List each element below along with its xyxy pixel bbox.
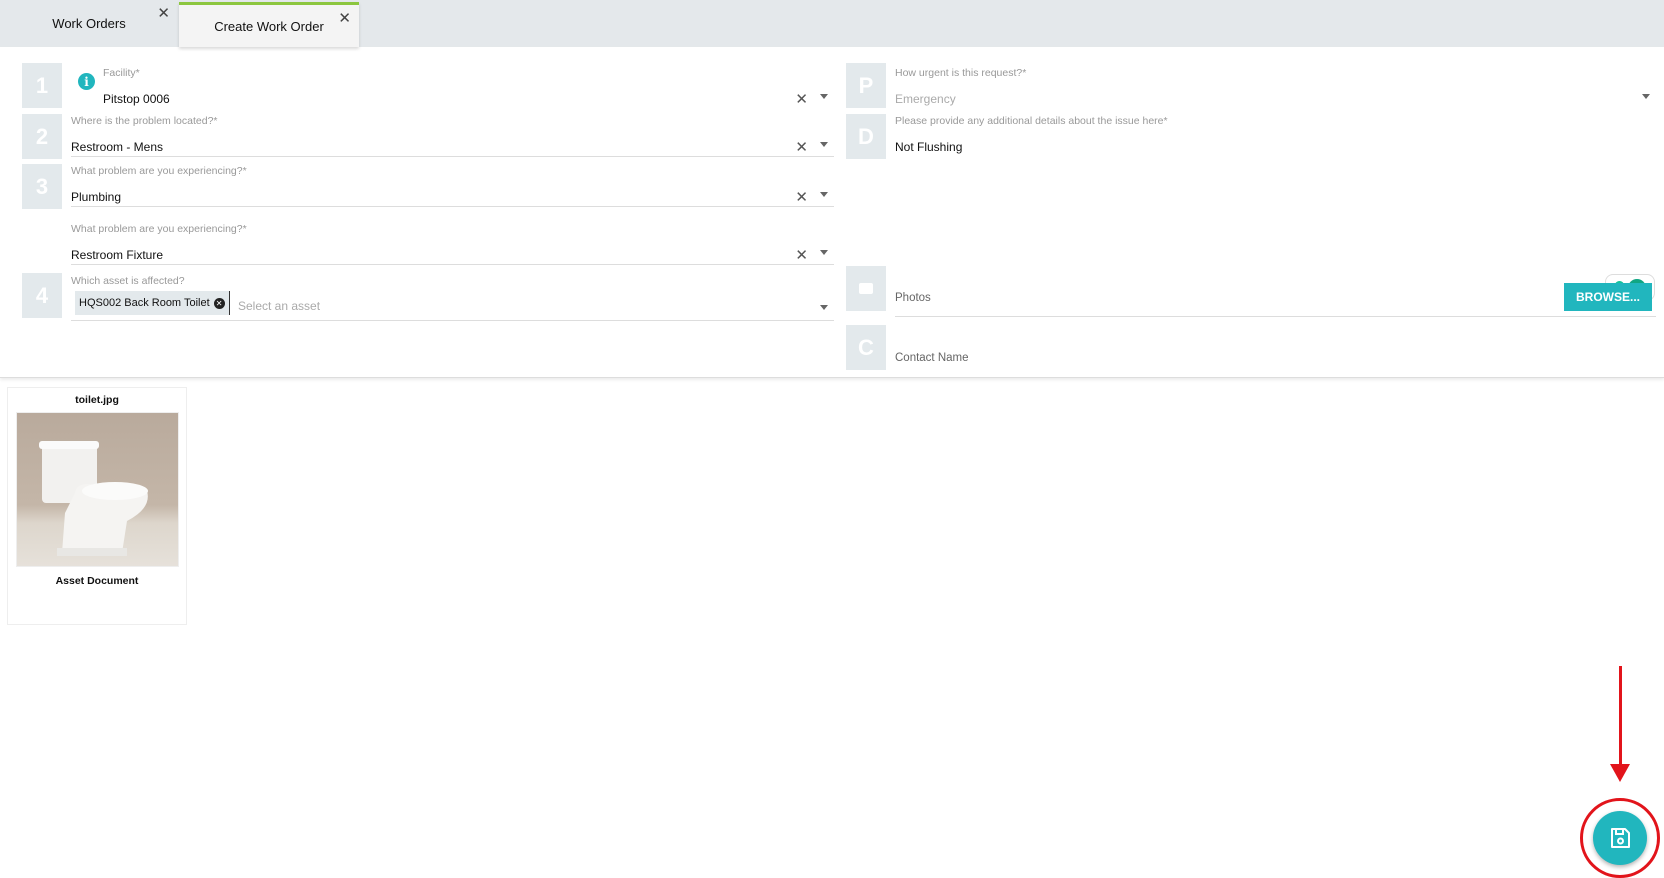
tab-create-work-order[interactable]: Create Work Order ✕ [179, 2, 359, 47]
remove-chip-icon[interactable]: ✕ [213, 297, 225, 309]
tab-work-orders[interactable]: Work Orders ✕ [0, 0, 178, 47]
asset-placeholder[interactable]: Select an asset [238, 299, 320, 313]
problem-select[interactable]: What problem are you experiencing?* Plum… [71, 161, 834, 207]
step-number: 3 [22, 164, 62, 209]
chevron-down-icon[interactable] [820, 192, 828, 197]
save-icon [1611, 828, 1630, 848]
camera-icon [846, 266, 886, 311]
chevron-down-icon[interactable] [820, 142, 828, 147]
priority-select[interactable]: How urgent is this request?* Emergency [895, 63, 1656, 109]
annotation-arrowhead [1610, 764, 1630, 782]
toilet-image[interactable] [16, 412, 179, 567]
clear-icon[interactable]: ✕ [795, 246, 808, 264]
clear-icon[interactable]: ✕ [795, 188, 808, 206]
field-label: Please provide any additional details ab… [895, 115, 1168, 127]
facility-select[interactable]: Facility* Pitstop 0006 ✕ [71, 63, 834, 109]
tab-label: Work Orders [52, 16, 126, 31]
field-value: Restroom Fixture [71, 248, 164, 262]
close-icon[interactable]: ✕ [338, 9, 351, 27]
step-number: D [846, 114, 886, 159]
step-number: 2 [22, 114, 62, 159]
details-textarea[interactable]: Please provide any additional details ab… [895, 111, 1656, 251]
field-label: Facility* [103, 67, 140, 79]
step-number: 1 [22, 63, 62, 108]
contact-name-input[interactable]: Contact Name [895, 321, 1656, 377]
attachment-card[interactable]: toilet.jpg Asset Document [7, 387, 187, 625]
field-label: Photos [895, 292, 931, 304]
field-value: Emergency [895, 92, 956, 106]
chevron-down-icon[interactable] [1642, 94, 1650, 99]
chevron-down-icon[interactable] [820, 250, 828, 255]
work-order-form: 1 i Facility* Pitstop 0006 ✕ 2 Where is … [0, 47, 1664, 378]
step-number: C [846, 325, 886, 370]
chevron-down-icon[interactable] [820, 94, 828, 99]
field-value: Plumbing [71, 190, 122, 204]
browse-button[interactable]: BROWSE... [1564, 283, 1652, 311]
tab-label: Create Work Order [214, 18, 324, 34]
step-number: 4 [22, 273, 62, 318]
field-label: Which asset is affected? [71, 275, 185, 287]
field-label: What problem are you experiencing?* [71, 223, 247, 235]
chevron-down-icon[interactable] [820, 305, 828, 310]
attachment-filename: toilet.jpg [75, 394, 119, 406]
asset-chip: HQS002 Back Room Toilet ✕ [75, 291, 230, 315]
clear-icon[interactable]: ✕ [795, 138, 808, 156]
field-value: Pitstop 0006 [103, 92, 170, 106]
field-value: Not Flushing [895, 140, 963, 154]
photos-field: Photos BROWSE... [895, 261, 1656, 317]
close-icon[interactable]: ✕ [157, 4, 170, 22]
field-label: How urgent is this request?* [895, 67, 1027, 79]
attachment-caption: Asset Document [55, 575, 139, 587]
field-label: What problem are you experiencing?* [71, 165, 247, 177]
location-select[interactable]: Where is the problem located?* Restroom … [71, 111, 834, 157]
asset-select[interactable]: Which asset is affected? HQS002 Back Roo… [71, 271, 834, 321]
step-number: P [846, 63, 886, 108]
subproblem-select[interactable]: What problem are you experiencing?* Rest… [71, 219, 834, 265]
chip-label: HQS002 Back Room Toilet [79, 297, 210, 309]
clear-icon[interactable]: ✕ [795, 90, 808, 108]
tab-bar: Work Orders ✕ Create Work Order ✕ [0, 0, 1664, 47]
field-label: Where is the problem located?* [71, 115, 218, 127]
field-label: Contact Name [895, 352, 969, 364]
save-button[interactable] [1593, 811, 1647, 865]
field-value: Restroom - Mens [71, 140, 164, 154]
annotation-arrow [1619, 666, 1622, 766]
